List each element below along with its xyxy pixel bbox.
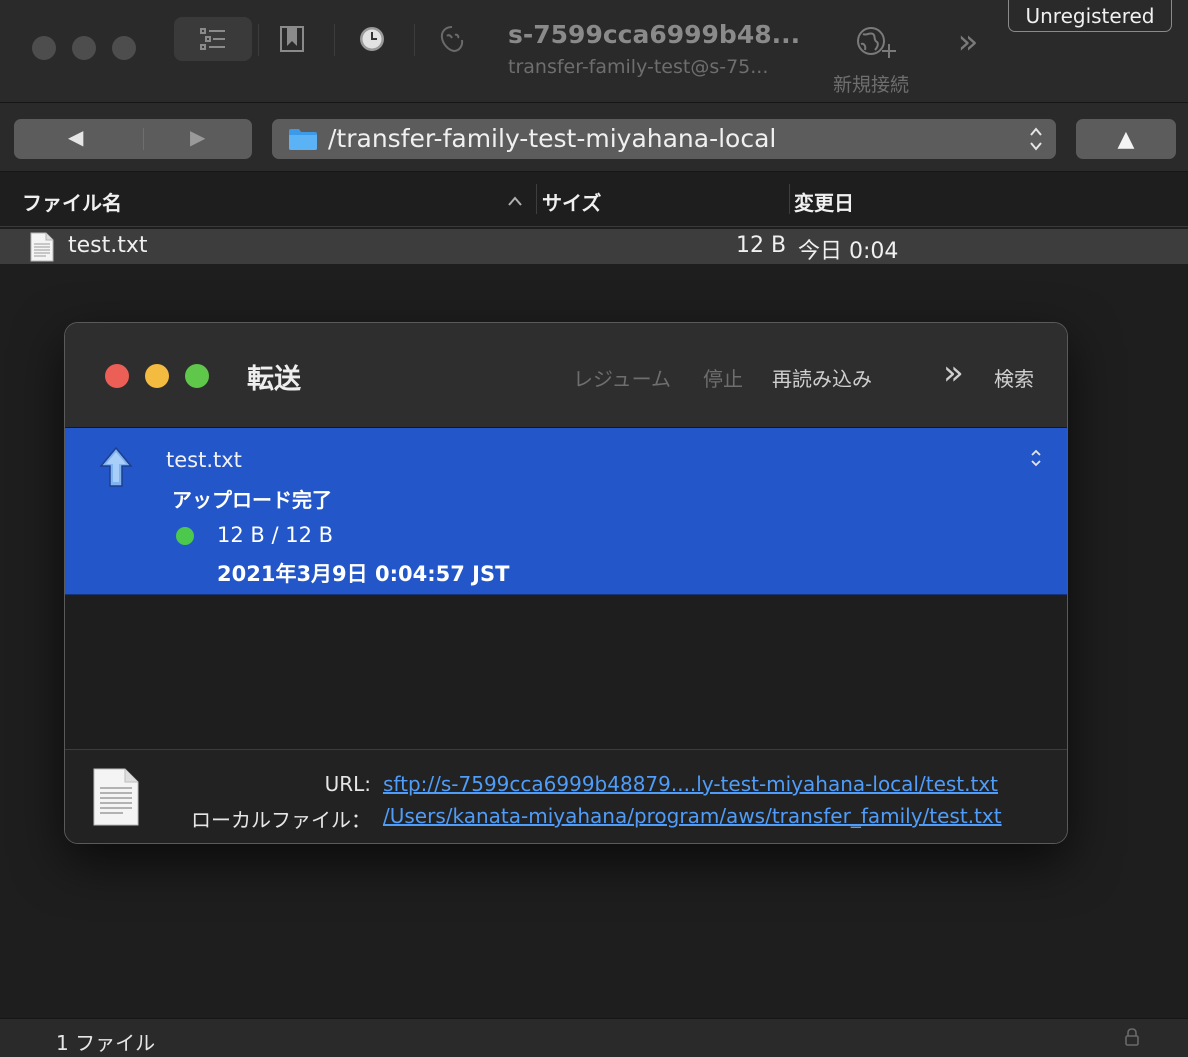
column-separator[interactable]: [789, 184, 790, 214]
new-connection-button[interactable]: [846, 20, 906, 64]
outline-icon: [200, 28, 225, 50]
reload-button[interactable]: 再読み込み: [772, 363, 872, 392]
transfer-file-name: test.txt: [166, 448, 242, 472]
transfer-details: URL: sftp://s-7599cca6999b48879....ly-te…: [65, 749, 1067, 843]
minimize-button[interactable]: [145, 364, 169, 388]
clock-icon: [360, 27, 384, 51]
local-file-link[interactable]: /Users/kanata-miyahana/program/aws/trans…: [383, 804, 1002, 828]
file-name: test.txt: [68, 233, 148, 258]
stop-button[interactable]: 停止: [703, 363, 743, 392]
unregistered-badge[interactable]: Unregistered: [1008, 0, 1172, 32]
toolbar-separator: [334, 24, 335, 56]
back-button[interactable]: ◀: [68, 125, 83, 149]
chevron-updown-icon: [1030, 127, 1042, 151]
column-header: ファイル名 サイズ 変更日: [0, 172, 1188, 227]
folder-icon: [289, 129, 317, 150]
transfer-status: アップロード完了: [172, 488, 332, 512]
bookmark-icon: [280, 26, 304, 52]
transfer-date: 2021年3月9日 0:04:57 JST: [217, 562, 510, 586]
new-connection-label: 新規接続: [833, 74, 910, 96]
outline-view-button[interactable]: [174, 17, 252, 61]
forward-button[interactable]: ▶: [190, 125, 205, 149]
zoom-button[interactable]: [185, 364, 209, 388]
file-row[interactable]: test.txt 12 B 今日 0:04: [0, 229, 1188, 264]
resume-button[interactable]: レジューム: [573, 363, 671, 392]
globe-plus-icon: [857, 27, 896, 58]
bonjour-icon: [440, 26, 464, 53]
history-button[interactable]: [350, 17, 394, 61]
minimize-button-inactive[interactable]: [72, 36, 96, 60]
column-modified[interactable]: 変更日: [794, 187, 854, 216]
transfer-progress: 12 B / 12 B: [217, 523, 334, 547]
path-bar: ◀ ▶ /transfer-family-test-miyahana-local…: [0, 103, 1188, 172]
column-size[interactable]: サイズ: [542, 187, 601, 216]
column-filename[interactable]: ファイル名: [22, 187, 122, 216]
toolbar-overflow-button[interactable]: »: [946, 20, 990, 64]
toolbar-separator: [414, 24, 415, 56]
text-file-icon: [93, 768, 139, 826]
bookmarks-button[interactable]: [270, 17, 314, 61]
column-separator[interactable]: [536, 184, 537, 214]
connection-subtitle: transfer-family-test@s-75...: [508, 56, 769, 78]
bonjour-button[interactable]: [430, 17, 474, 61]
segment-divider: [143, 128, 144, 150]
upload-arrow-icon: [99, 446, 133, 487]
navigation-segmented-control: ◀ ▶: [14, 119, 252, 159]
transfer-window: 転送 レジューム 停止 再読み込み » 検索 test.txt アップロード完了…: [64, 322, 1068, 844]
sort-ascending-icon: [508, 196, 522, 206]
close-button[interactable]: [105, 364, 129, 388]
transfer-window-title: 転送: [247, 364, 301, 395]
path-selector[interactable]: /transfer-family-test-miyahana-local: [272, 119, 1056, 159]
text-file-icon: [30, 232, 54, 262]
current-path: /transfer-family-test-miyahana-local: [328, 124, 777, 153]
url-label: URL:: [324, 772, 371, 796]
toolbar-separator: [258, 24, 259, 56]
complete-status-dot: [176, 527, 194, 545]
file-size: 12 B: [736, 233, 787, 258]
chevron-updown-icon[interactable]: [1029, 448, 1043, 468]
search-button[interactable]: 検索: [994, 363, 1034, 392]
main-titlebar: s-7599cca6999b48... transfer-family-test…: [0, 0, 1188, 103]
close-button-inactive[interactable]: [32, 36, 56, 60]
parent-directory-button[interactable]: ▲: [1076, 119, 1176, 159]
connection-host-title: s-7599cca6999b48...: [508, 20, 801, 49]
toolbar-overflow-button[interactable]: »: [943, 353, 964, 393]
transfer-window-titlebar: 転送 レジューム 停止 再読み込み » 検索: [65, 323, 1067, 428]
remote-url-link[interactable]: sftp://s-7599cca6999b48879....ly-test-mi…: [383, 772, 998, 796]
lock-icon: [1125, 1028, 1139, 1046]
zoom-button-inactive[interactable]: [112, 36, 136, 60]
status-bar: 1 ファイル: [0, 1018, 1188, 1057]
transfer-item[interactable]: test.txt アップロード完了 12 B / 12 B 2021年3月9日 …: [65, 428, 1067, 595]
local-file-label: ローカルファイル：: [191, 808, 371, 832]
file-count: 1 ファイル: [56, 1031, 156, 1055]
file-modified: 今日 0:04: [798, 239, 899, 264]
